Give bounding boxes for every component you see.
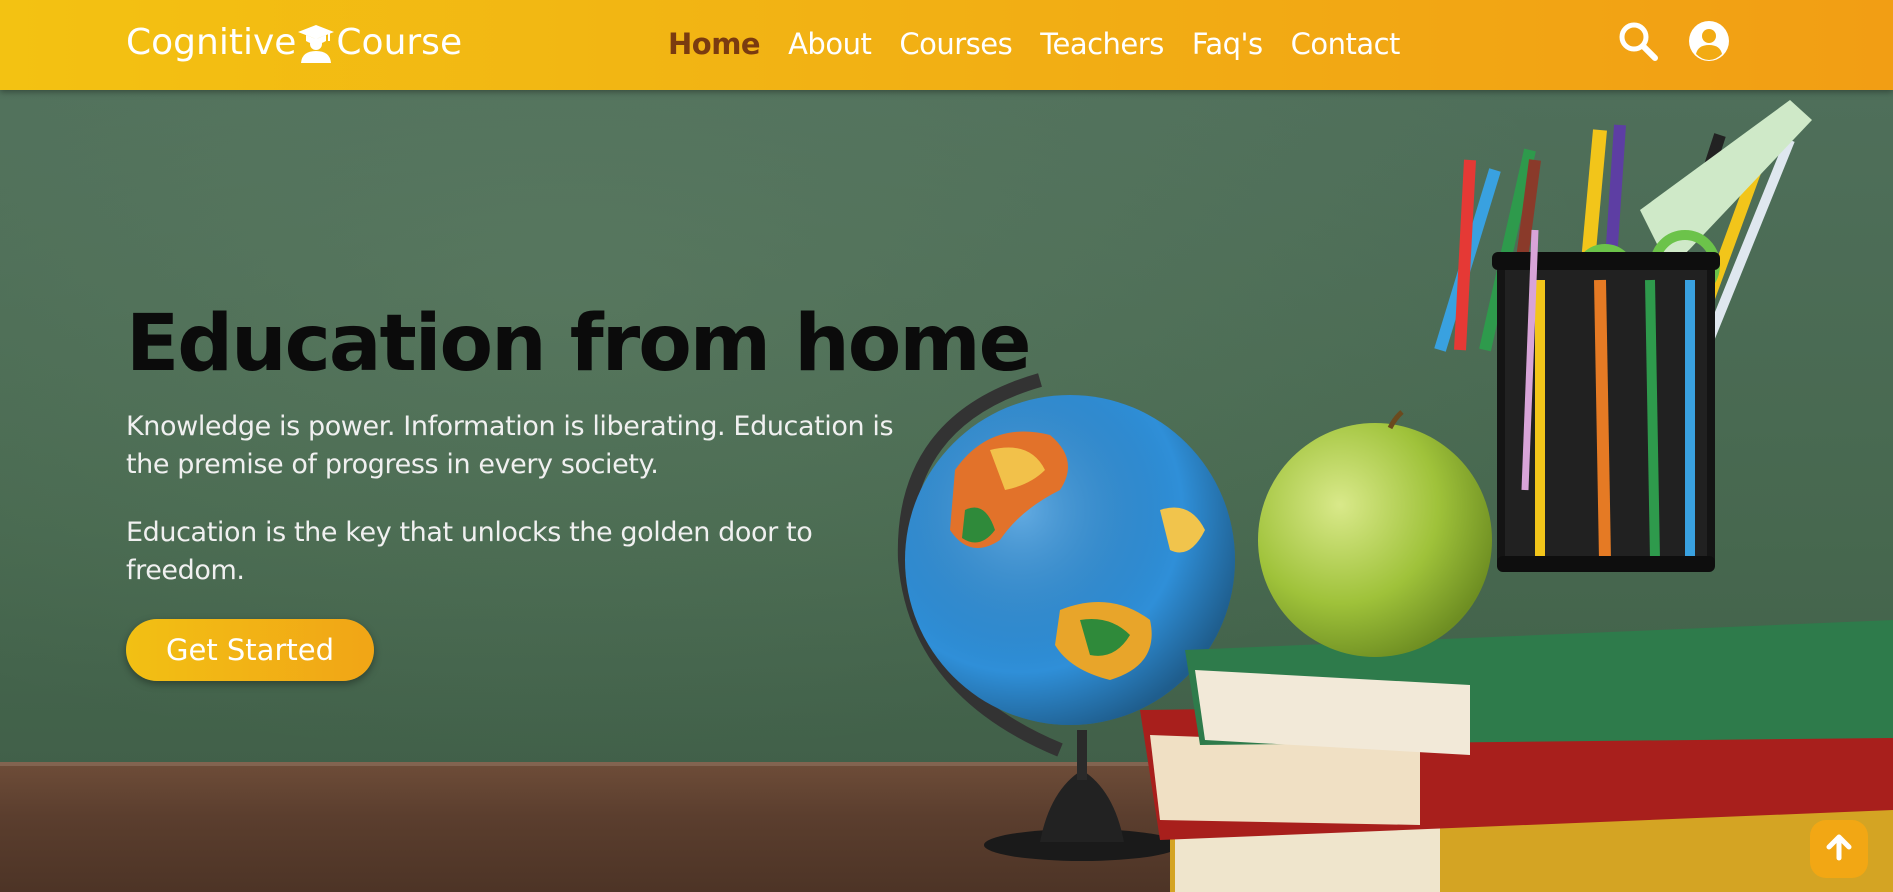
graduate-icon: [297, 23, 335, 63]
hero-paragraph-1: Knowledge is power. Information is liber…: [126, 411, 894, 480]
search-icon[interactable]: [1617, 20, 1659, 62]
nav-about[interactable]: About: [788, 27, 872, 61]
logo-text-part2: Course: [336, 22, 463, 63]
nav-contact[interactable]: Contact: [1291, 27, 1401, 61]
book-stack-image: [1140, 620, 1893, 892]
site-header: Cognitive Course Home About Courses Teac…: [0, 0, 1893, 90]
nav-courses[interactable]: Courses: [899, 27, 1012, 61]
hero-section: Education from home Knowledge is power. …: [0, 90, 1893, 892]
hero-paragraph-2: Education is the key that unlocks the go…: [126, 517, 813, 586]
logo-text-part1: Cognitive: [126, 22, 297, 63]
page: Cognitive Course Home About Courses Teac…: [0, 0, 1893, 892]
hero-title: Education from home: [126, 299, 1032, 389]
get-started-button[interactable]: Get Started: [126, 619, 374, 681]
pencil-cup-image: [1434, 100, 1812, 572]
nav-home[interactable]: Home: [668, 27, 761, 61]
nav-faqs[interactable]: Faq's: [1192, 27, 1263, 61]
main-nav: Home About Courses Teachers Faq's Contac…: [668, 22, 1428, 66]
nav-teachers[interactable]: Teachers: [1040, 27, 1164, 61]
green-apple-image: [1258, 410, 1492, 657]
hero-illustration: [897, 100, 1893, 892]
site-logo[interactable]: Cognitive Course: [126, 20, 462, 66]
user-icon[interactable]: [1688, 20, 1730, 62]
arrow-up-icon: [1824, 832, 1854, 866]
scroll-to-top-button[interactable]: [1810, 820, 1868, 878]
